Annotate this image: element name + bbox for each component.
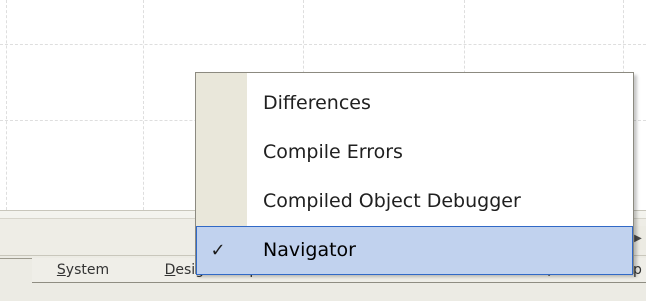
tab-system[interactable]: System	[32, 258, 135, 283]
menu-item-navigator[interactable]: ✓ Navigator	[196, 226, 633, 275]
grid-line	[6, 0, 7, 210]
scroll-right-arrow-glyph: ▶	[634, 232, 642, 244]
grid-line	[143, 0, 144, 210]
menu-item-label: Differences	[263, 92, 371, 114]
grid-line	[0, 44, 646, 45]
menu-item-differences[interactable]: Differences	[196, 79, 633, 128]
menu-item-label: Navigator	[263, 239, 356, 261]
menu-item-compiled-object-debugger[interactable]: Compiled Object Debugger	[196, 177, 633, 226]
tab-label: ystem	[65, 262, 110, 278]
context-menu: Differences Compile Errors Compiled Obje…	[195, 72, 634, 275]
tab-mnemonic: S	[56, 262, 66, 278]
menu-item-label: Compiled Object Debugger	[263, 190, 521, 212]
tab-mnemonic: D	[164, 262, 176, 278]
menu-item-label: Compile Errors	[263, 141, 403, 163]
menu-item-compile-errors[interactable]: Compile Errors	[196, 128, 633, 177]
checkmark-icon: ✓	[210, 239, 226, 261]
